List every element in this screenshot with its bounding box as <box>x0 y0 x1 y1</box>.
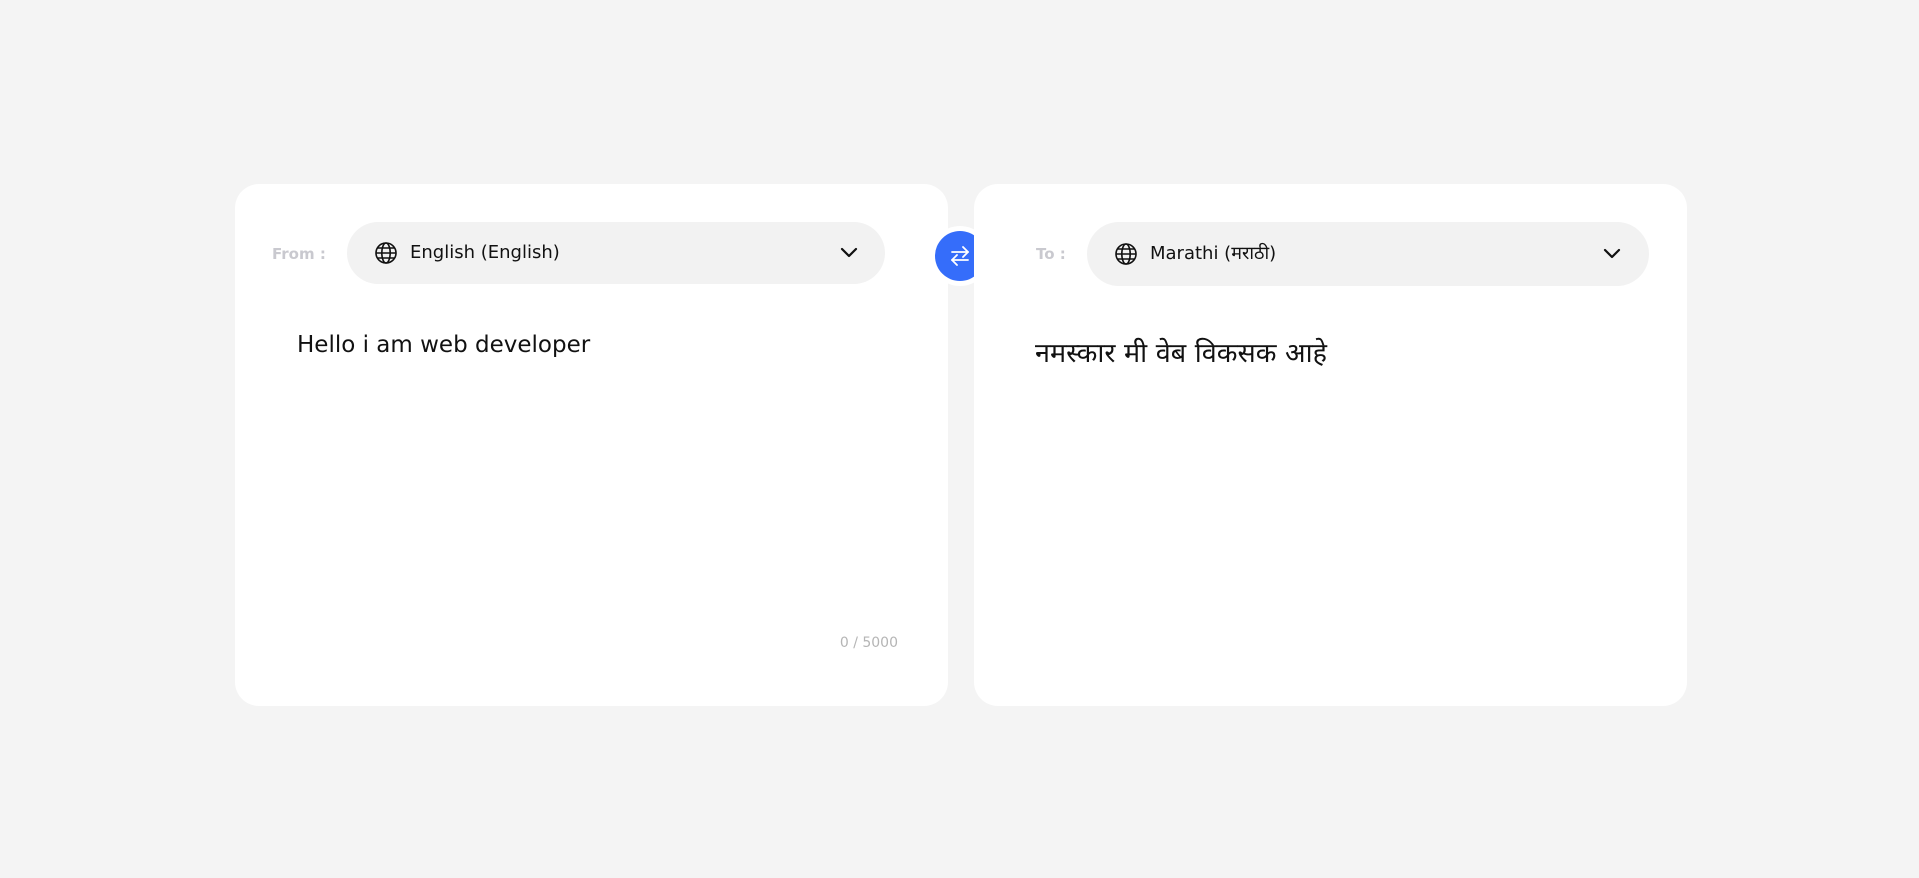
character-counter: 0 / 5000 <box>839 635 898 651</box>
globe-icon <box>1115 243 1137 265</box>
translated-text-output: नमस्कार मी वेब विकसक आहे <box>1035 338 1327 369</box>
source-panel: From : English (English) Hello i am web … <box>235 184 948 706</box>
chevron-down-icon <box>840 247 858 258</box>
target-language-name: Marathi (मराठी) <box>1150 243 1277 264</box>
source-language-name: English (English) <box>410 242 560 263</box>
target-panel: To : Marathi (मराठी) नमस्कार मी वेब विकस… <box>974 184 1687 706</box>
source-text-input[interactable]: Hello i am web developer <box>297 332 590 358</box>
source-language-select[interactable]: English (English) <box>347 222 885 284</box>
chevron-down-icon <box>1603 248 1621 259</box>
globe-icon <box>375 242 397 264</box>
source-language-row: From : English (English) <box>235 222 948 284</box>
target-language-select[interactable]: Marathi (मराठी) <box>1087 222 1649 286</box>
to-label: To : <box>1036 245 1066 263</box>
target-language-row: To : Marathi (मराठी) <box>974 222 1687 286</box>
swap-arrows-icon <box>951 246 969 266</box>
from-label: From : <box>272 245 326 263</box>
